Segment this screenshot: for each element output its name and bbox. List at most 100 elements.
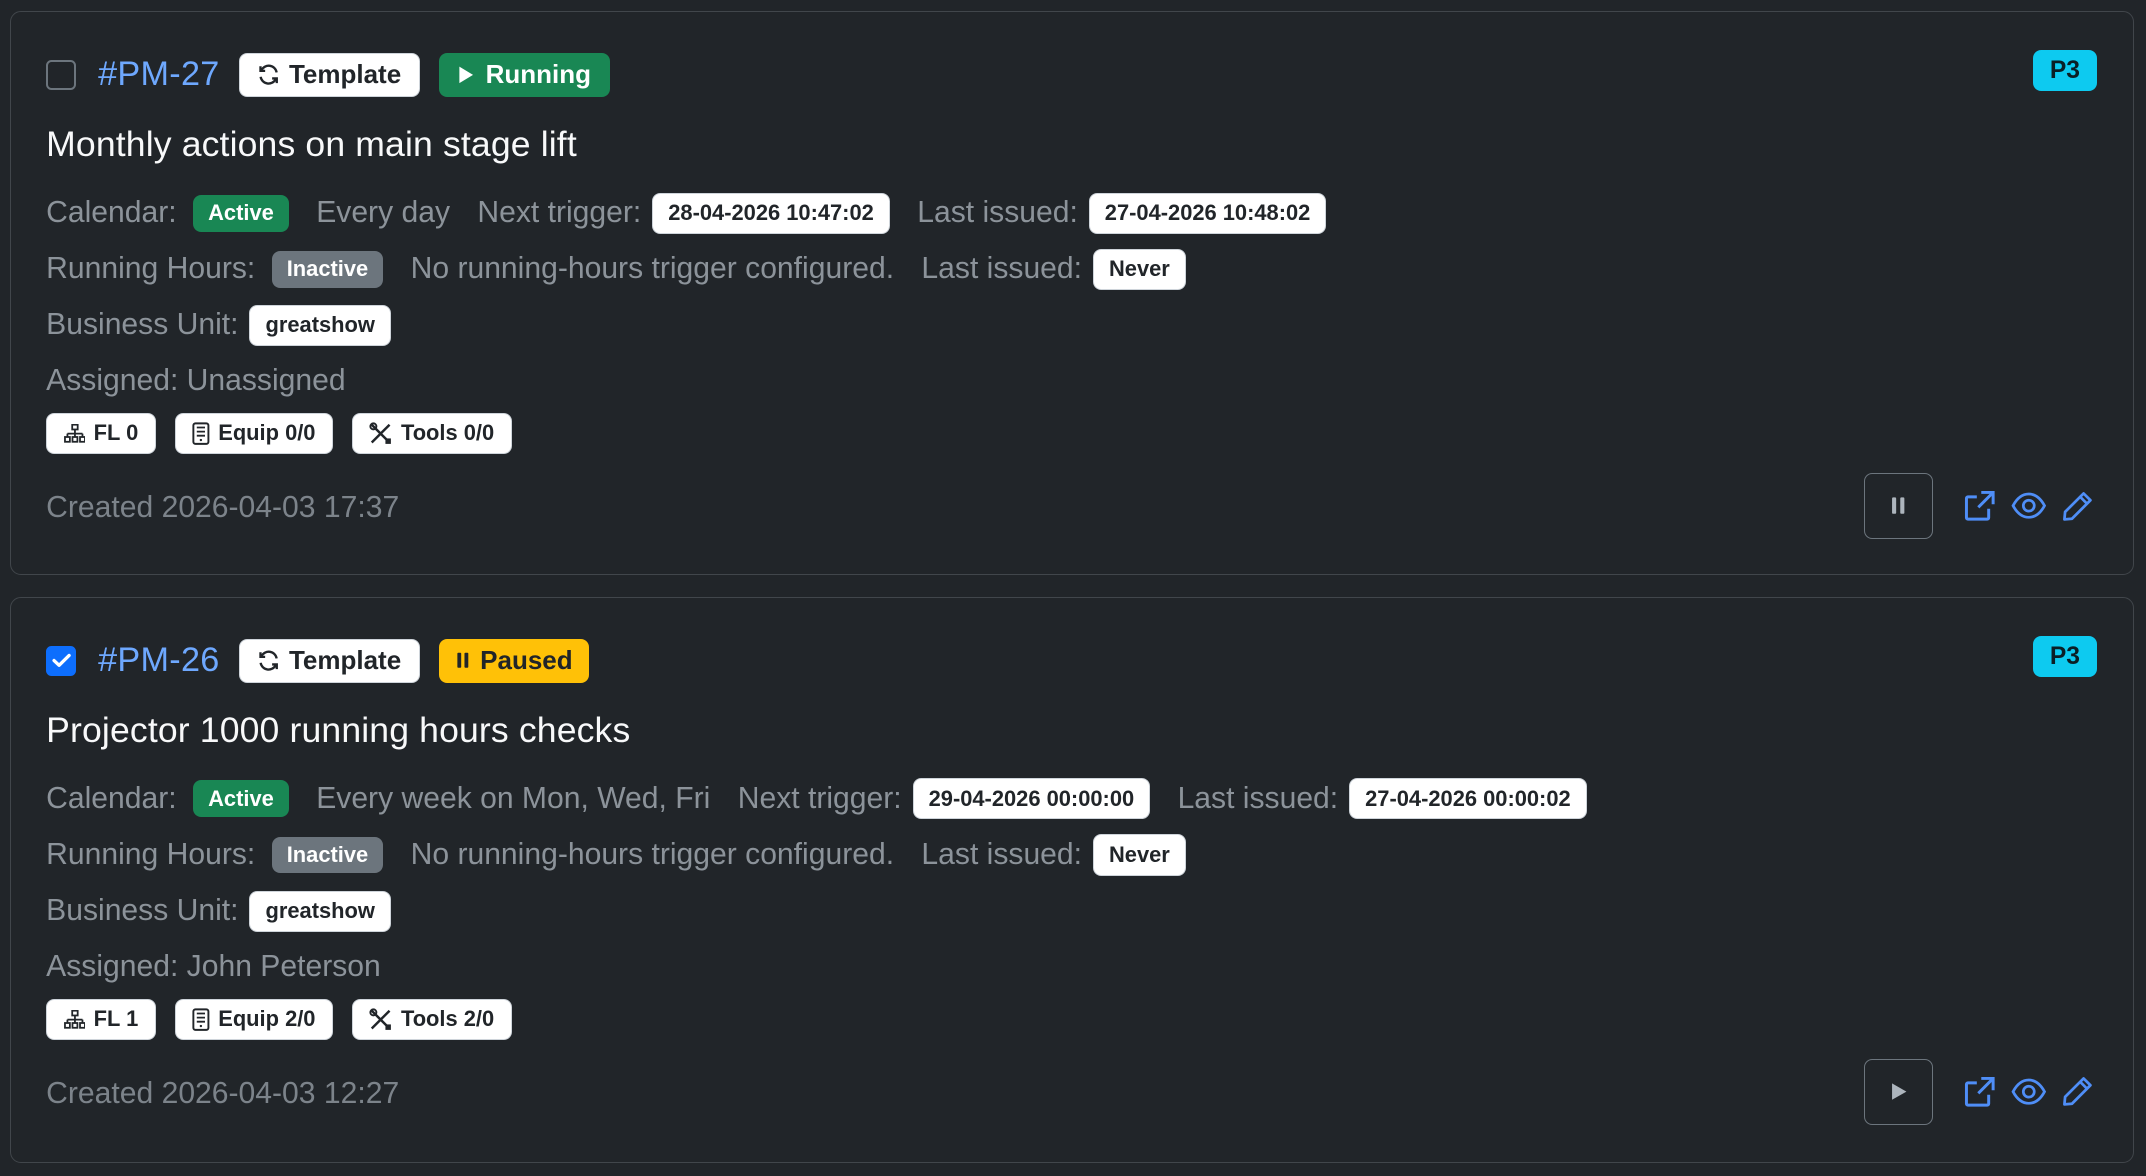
running-hours-label: Running Hours: — [46, 837, 256, 871]
status-badge: Running — [439, 52, 611, 97]
edit-button[interactable] — [2059, 487, 2097, 525]
functional-location-chip[interactable]: FL 0 — [46, 412, 156, 454]
play-icon — [459, 66, 474, 84]
functional-location-chip[interactable]: FL 1 — [46, 998, 156, 1040]
device-icon — [192, 422, 210, 445]
pause-button[interactable] — [1864, 473, 1933, 539]
pause-icon — [1892, 497, 1905, 515]
rh-last-issued-value: Never — [1092, 834, 1186, 876]
next-trigger-value: 28-04-2026 10:47:02 — [652, 192, 890, 234]
card-actions — [1864, 473, 2097, 539]
calendar-row: Calendar: Active Every week on Mon, Wed,… — [46, 777, 1606, 821]
fl-label: FL 1 — [93, 1006, 139, 1032]
card-header: #PM-27 Template Running — [46, 50, 611, 99]
hierarchy-icon — [63, 1009, 86, 1029]
edit-button[interactable] — [2059, 1073, 2097, 1111]
template-badge[interactable]: Template — [238, 52, 420, 97]
template-label: Template — [288, 645, 402, 676]
template-label: Template — [288, 59, 402, 90]
running-hours-row: Running Hours: Inactive No running-hours… — [46, 247, 1205, 291]
play-icon — [1891, 1083, 1907, 1100]
resource-chips: FL 0 Equip 0/0 Tools 0/0 — [46, 412, 531, 454]
card-title: Monthly actions on main stage lift — [46, 124, 577, 165]
open-external-button[interactable] — [1960, 1073, 1998, 1111]
refresh-icon — [259, 64, 279, 85]
template-badge[interactable]: Template — [238, 638, 420, 683]
pencil-icon — [2063, 491, 2093, 521]
tools-icon — [369, 422, 392, 444]
equipment-chip[interactable]: Equip 2/0 — [174, 998, 333, 1040]
hierarchy-icon — [63, 423, 86, 443]
card-header: #PM-26 Template Paused — [46, 636, 590, 685]
pencil-icon — [2063, 1077, 2093, 1107]
calendar-label: Calendar: — [46, 196, 177, 230]
last-issued-value: 27-04-2026 10:48:02 — [1088, 192, 1327, 234]
tools-label: Tools 0/0 — [400, 420, 495, 446]
view-button[interactable] — [2010, 487, 2048, 525]
business-unit-label: Business Unit: — [46, 308, 239, 342]
status-label: Running — [485, 59, 592, 90]
last-issued-label: Last issued: — [917, 196, 1078, 230]
assigned-text: Assigned: John Peterson — [46, 950, 381, 984]
created-text: Created 2026-04-03 17:37 — [46, 490, 400, 524]
calendar-row: Calendar: Active Every day Next trigger:… — [46, 191, 1345, 235]
pm-card: #PM-27 Template Running P3 Monthly actio… — [9, 10, 2134, 575]
rh-last-issued-value: Never — [1092, 248, 1186, 290]
resource-chips: FL 1 Equip 2/0 Tools 2/0 — [46, 998, 531, 1040]
next-trigger-label: Next trigger: — [477, 196, 642, 230]
tools-icon — [369, 1007, 392, 1030]
open-external-button[interactable] — [1960, 487, 1998, 525]
select-checkbox[interactable] — [46, 59, 77, 90]
pause-icon — [456, 653, 468, 669]
pm-id-link[interactable]: #PM-26 — [98, 641, 219, 680]
equip-label: Equip 2/0 — [218, 1006, 316, 1032]
last-issued-label: Last issued: — [1177, 781, 1339, 815]
check-icon — [52, 653, 71, 668]
status-label: Paused — [480, 645, 573, 676]
calendar-state-badge: Active — [193, 780, 289, 818]
running-hours-state-badge: Inactive — [271, 250, 384, 288]
calendar-label: Calendar: — [46, 781, 177, 815]
status-badge: Paused — [439, 638, 590, 683]
last-issued-value: 27-04-2026 00:00:02 — [1349, 778, 1587, 820]
business-unit-label: Business Unit: — [46, 894, 239, 928]
pm-card: #PM-26 Template Paused P3 Projector 1000… — [9, 596, 2134, 1164]
running-hours-label: Running Hours: — [46, 252, 256, 286]
card-actions — [1864, 1058, 2097, 1125]
running-hours-row: Running Hours: Inactive No running-hours… — [46, 833, 1205, 877]
assigned-text: Assigned: Unassigned — [46, 364, 346, 398]
equipment-chip[interactable]: Equip 0/0 — [174, 412, 333, 454]
refresh-icon — [259, 650, 279, 671]
business-unit-row: Business Unit: greatshow — [46, 303, 410, 347]
calendar-state-badge: Active — [193, 194, 289, 232]
resume-button[interactable] — [1864, 1058, 1933, 1125]
pm-id-link[interactable]: #PM-27 — [98, 55, 219, 94]
tools-chip[interactable]: Tools 0/0 — [352, 412, 512, 454]
eye-icon — [2011, 492, 2046, 519]
next-trigger-label: Next trigger: — [737, 781, 902, 815]
external-link-icon — [1964, 491, 1995, 521]
running-hours-state-badge: Inactive — [271, 836, 384, 874]
tools-label: Tools 2/0 — [400, 1006, 495, 1032]
external-link-icon — [1964, 1076, 1995, 1107]
priority-badge: P3 — [2032, 636, 2098, 678]
device-icon — [192, 1007, 210, 1031]
select-checkbox[interactable] — [46, 645, 77, 676]
eye-icon — [2011, 1078, 2046, 1105]
next-trigger-value: 29-04-2026 00:00:00 — [912, 778, 1151, 820]
business-unit-value: greatshow — [249, 890, 391, 932]
business-unit-row: Business Unit: greatshow — [46, 889, 410, 933]
fl-label: FL 0 — [93, 420, 139, 446]
created-text: Created 2026-04-03 12:27 — [46, 1076, 400, 1110]
priority-badge: P3 — [2032, 50, 2098, 92]
view-button[interactable] — [2010, 1073, 2048, 1111]
schedule-text: Every week on Mon, Wed, Fri — [316, 781, 711, 815]
running-hours-note: No running-hours trigger configured. — [410, 252, 895, 286]
business-unit-value: greatshow — [249, 304, 391, 346]
running-hours-note: No running-hours trigger configured. — [410, 837, 895, 871]
tools-chip[interactable]: Tools 2/0 — [352, 998, 512, 1040]
card-title: Projector 1000 running hours checks — [46, 709, 631, 750]
rh-last-issued-label: Last issued: — [921, 252, 1083, 286]
equip-label: Equip 0/0 — [218, 420, 316, 446]
schedule-text: Every day — [316, 196, 451, 230]
